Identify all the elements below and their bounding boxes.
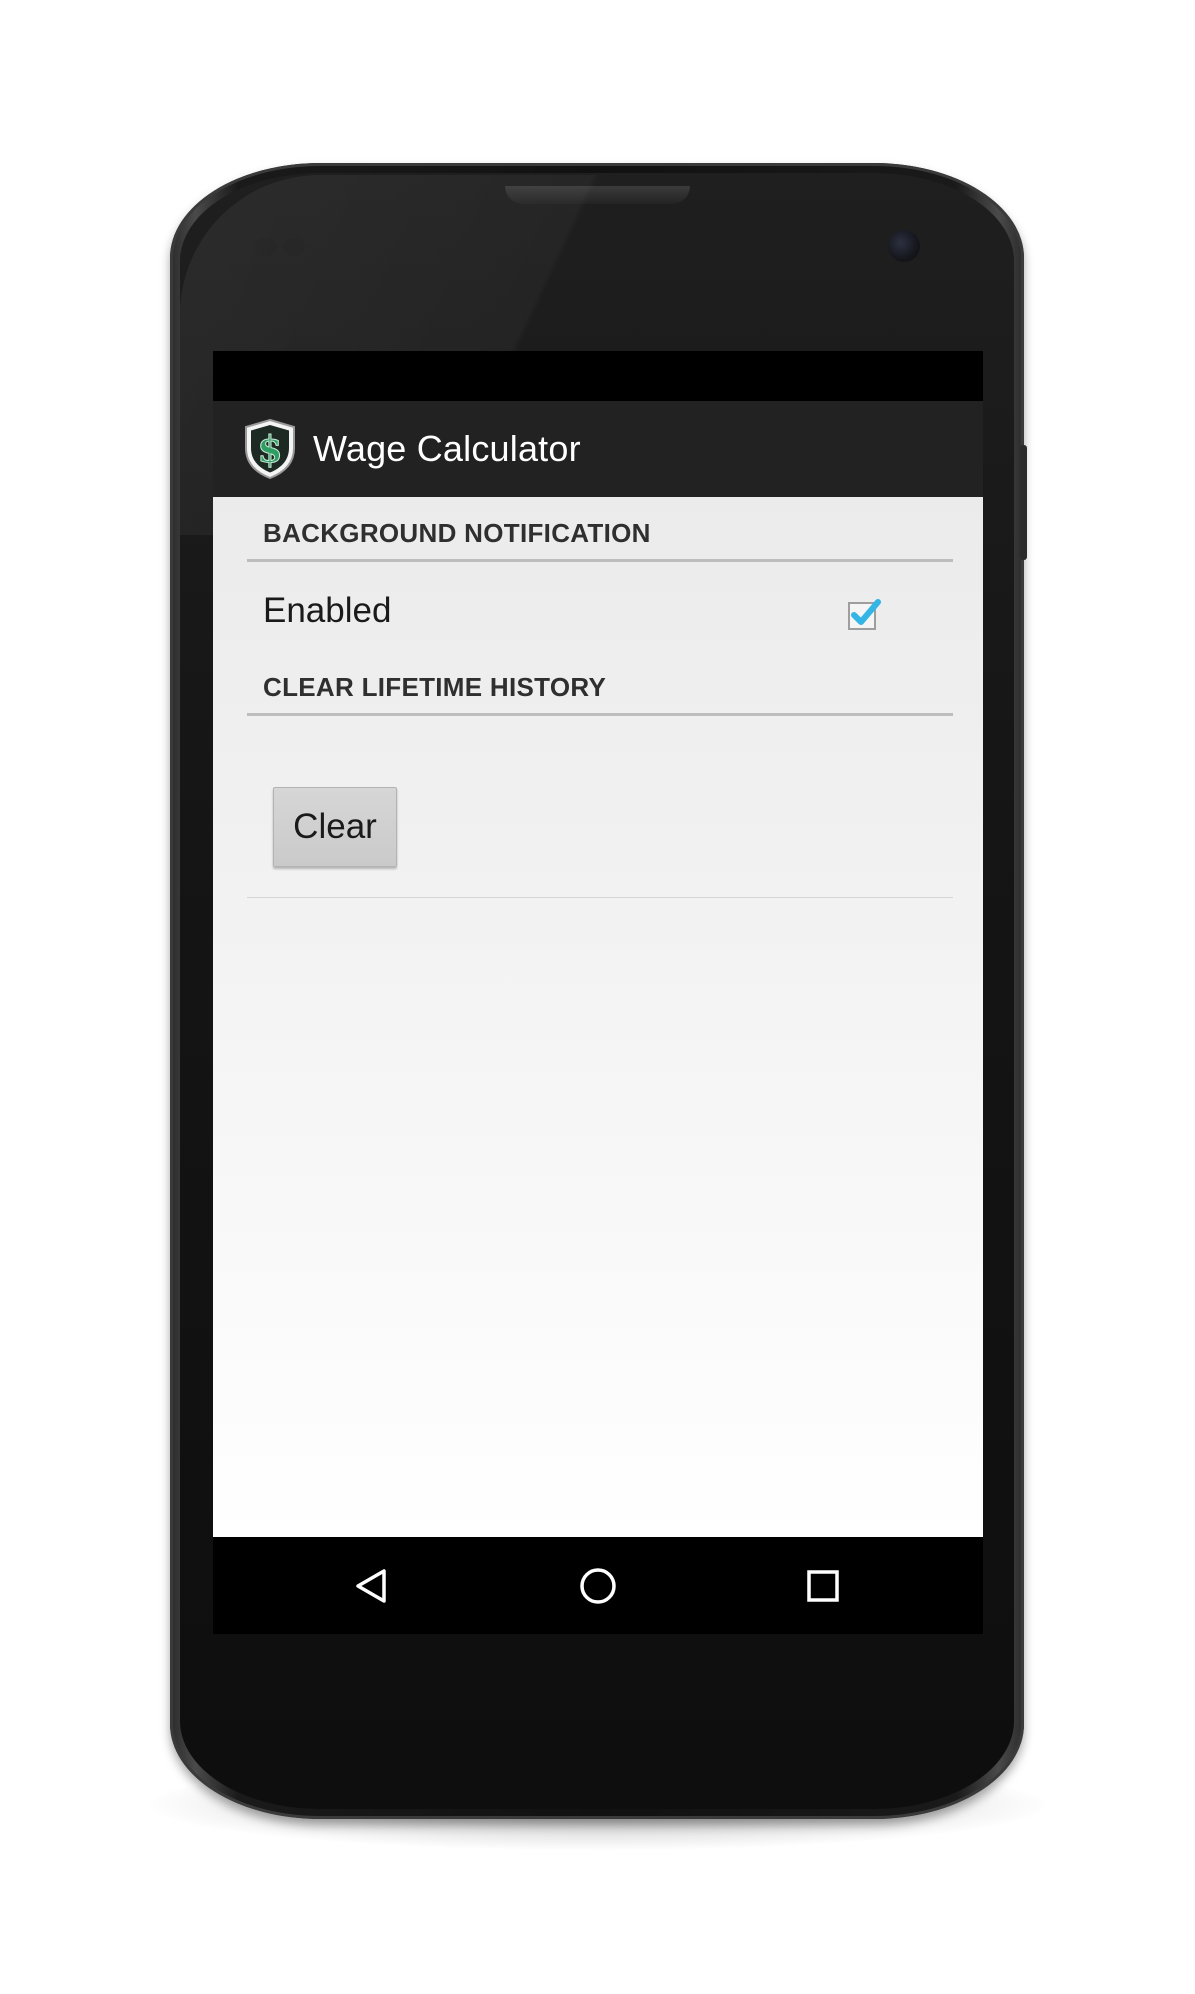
pref-enabled-row[interactable]: Enabled: [247, 561, 953, 661]
power-button: [1020, 445, 1027, 560]
svg-text:$: $: [257, 429, 282, 471]
list-divider: [247, 897, 953, 898]
recents-square-icon: [807, 1570, 839, 1602]
back-triangle-icon: [356, 1569, 386, 1603]
front-camera: [888, 230, 920, 262]
device-screen: $ Wage Calculator BACKGROUND NOTIFICATIO…: [213, 351, 983, 1634]
light-sensor: [283, 238, 305, 256]
section-header-label: CLEAR LIFETIME HISTORY: [263, 672, 607, 702]
settings-list: BACKGROUND NOTIFICATION Enabled CLEAR LI…: [213, 497, 983, 1537]
app-title: Wage Calculator: [313, 428, 581, 469]
product-shot: $ Wage Calculator BACKGROUND NOTIFICATIO…: [0, 0, 1195, 1994]
back-button[interactable]: [347, 1561, 397, 1611]
section-header-clear-lifetime-history: CLEAR LIFETIME HISTORY: [247, 651, 953, 716]
navigation-bar: [213, 1537, 983, 1634]
action-bar: $ Wage Calculator: [213, 401, 983, 497]
status-bar: [213, 351, 983, 401]
pref-enabled-label: Enabled: [263, 591, 392, 630]
section-header-label: BACKGROUND NOTIFICATION: [263, 518, 651, 548]
home-circle-icon: [580, 1568, 616, 1604]
recents-button[interactable]: [798, 1561, 848, 1611]
home-button[interactable]: [573, 1561, 623, 1611]
earpiece-speaker: [505, 186, 690, 204]
proximity-sensor: [255, 238, 277, 256]
section-header-background-notification: BACKGROUND NOTIFICATION: [247, 497, 953, 562]
enabled-checkbox[interactable]: [847, 597, 881, 631]
clear-button[interactable]: Clear: [273, 787, 397, 867]
dollar-shield-icon[interactable]: $: [243, 418, 297, 480]
